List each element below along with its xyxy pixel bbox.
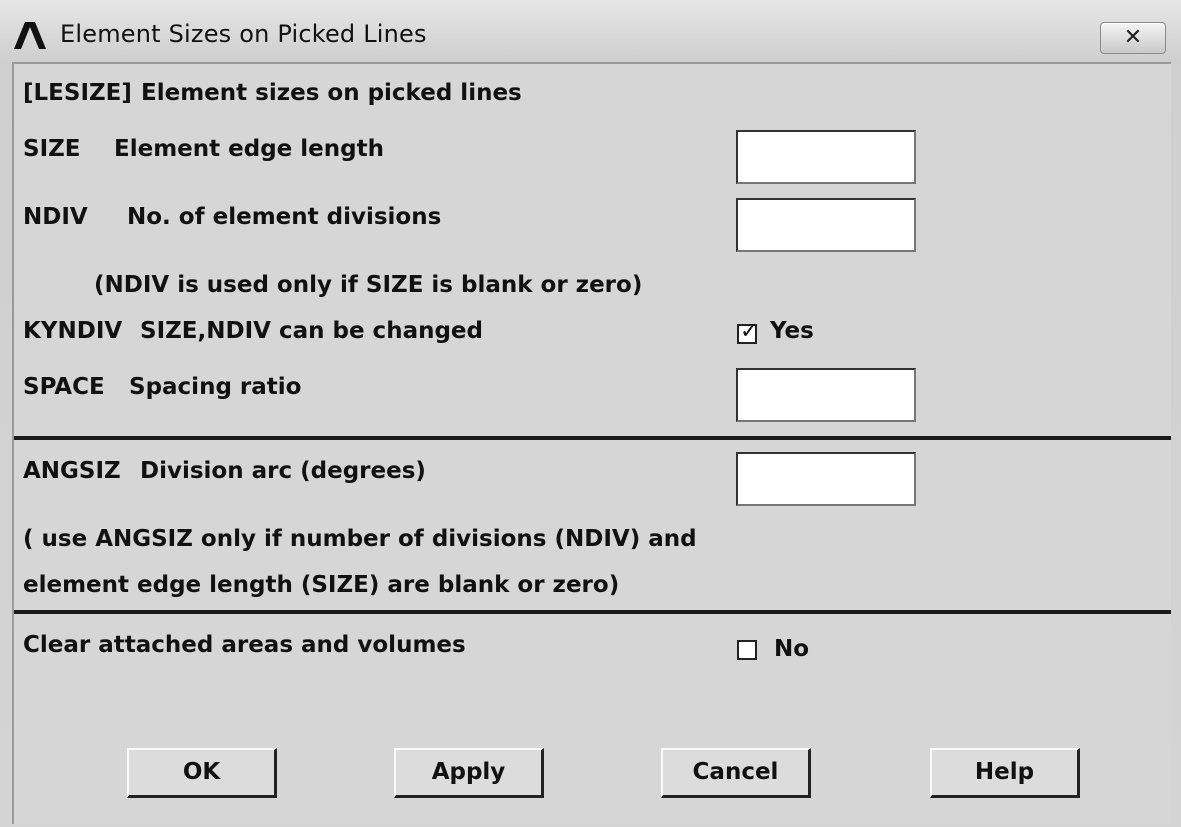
clear-checkbox[interactable] [737, 640, 757, 660]
command-name: [LESIZE] [23, 80, 132, 106]
kyndiv-label: SIZE,NDIV can be changed [140, 318, 483, 344]
close-icon: ✕ [1123, 25, 1143, 50]
size-field[interactable] [736, 130, 916, 184]
angsiz-note-line2: element edge length (SIZE) are blank or … [23, 572, 620, 598]
size-key: SIZE [23, 136, 81, 162]
ansys-logo-icon [14, 22, 46, 49]
angsiz-input[interactable] [738, 454, 914, 504]
dialog-window: Element Sizes on Picked Lines ✕ [LESIZE]… [0, 0, 1181, 827]
ndiv-field[interactable] [736, 198, 916, 252]
help-button[interactable]: Help [930, 748, 1080, 798]
clear-check-label[interactable]: No [774, 636, 809, 662]
ok-button[interactable]: OK [127, 748, 277, 798]
checkmark-icon: ✓ [740, 319, 759, 344]
kyndiv-key: KYNDIV [23, 318, 123, 344]
kyndiv-check-label[interactable]: Yes [770, 318, 814, 344]
size-label: Element edge length [114, 136, 384, 162]
apply-button[interactable]: Apply [394, 748, 544, 798]
angsiz-note-line1: ( use ANGSIZ only if number of divisions… [23, 526, 697, 552]
ndiv-input[interactable] [738, 200, 914, 250]
ndiv-label: No. of element divisions [127, 204, 442, 230]
space-key: SPACE [23, 374, 105, 400]
space-input[interactable] [738, 370, 914, 420]
ndiv-key: NDIV [23, 204, 88, 230]
clear-label: Clear attached areas and volumes [23, 632, 466, 658]
kyndiv-checkbox[interactable]: ✓ [737, 319, 758, 344]
ndiv-note: (NDIV is used only if SIZE is blank or z… [94, 272, 643, 298]
section-divider [14, 610, 1171, 614]
command-description: Element sizes on picked lines [141, 80, 522, 106]
size-input[interactable] [738, 132, 914, 182]
title-bar[interactable]: Element Sizes on Picked Lines ✕ [0, 0, 1181, 60]
angsiz-field[interactable] [736, 452, 916, 506]
space-field[interactable] [736, 368, 916, 422]
close-button[interactable]: ✕ [1100, 22, 1166, 54]
dialog-body: [LESIZE] Element sizes on picked lines S… [12, 62, 1171, 824]
cancel-button[interactable]: Cancel [661, 748, 811, 798]
space-label: Spacing ratio [129, 374, 302, 400]
angsiz-key: ANGSIZ [23, 458, 121, 484]
window-title: Element Sizes on Picked Lines [60, 20, 427, 48]
angsiz-label: Division arc (degrees) [140, 458, 426, 484]
section-divider [14, 436, 1171, 440]
